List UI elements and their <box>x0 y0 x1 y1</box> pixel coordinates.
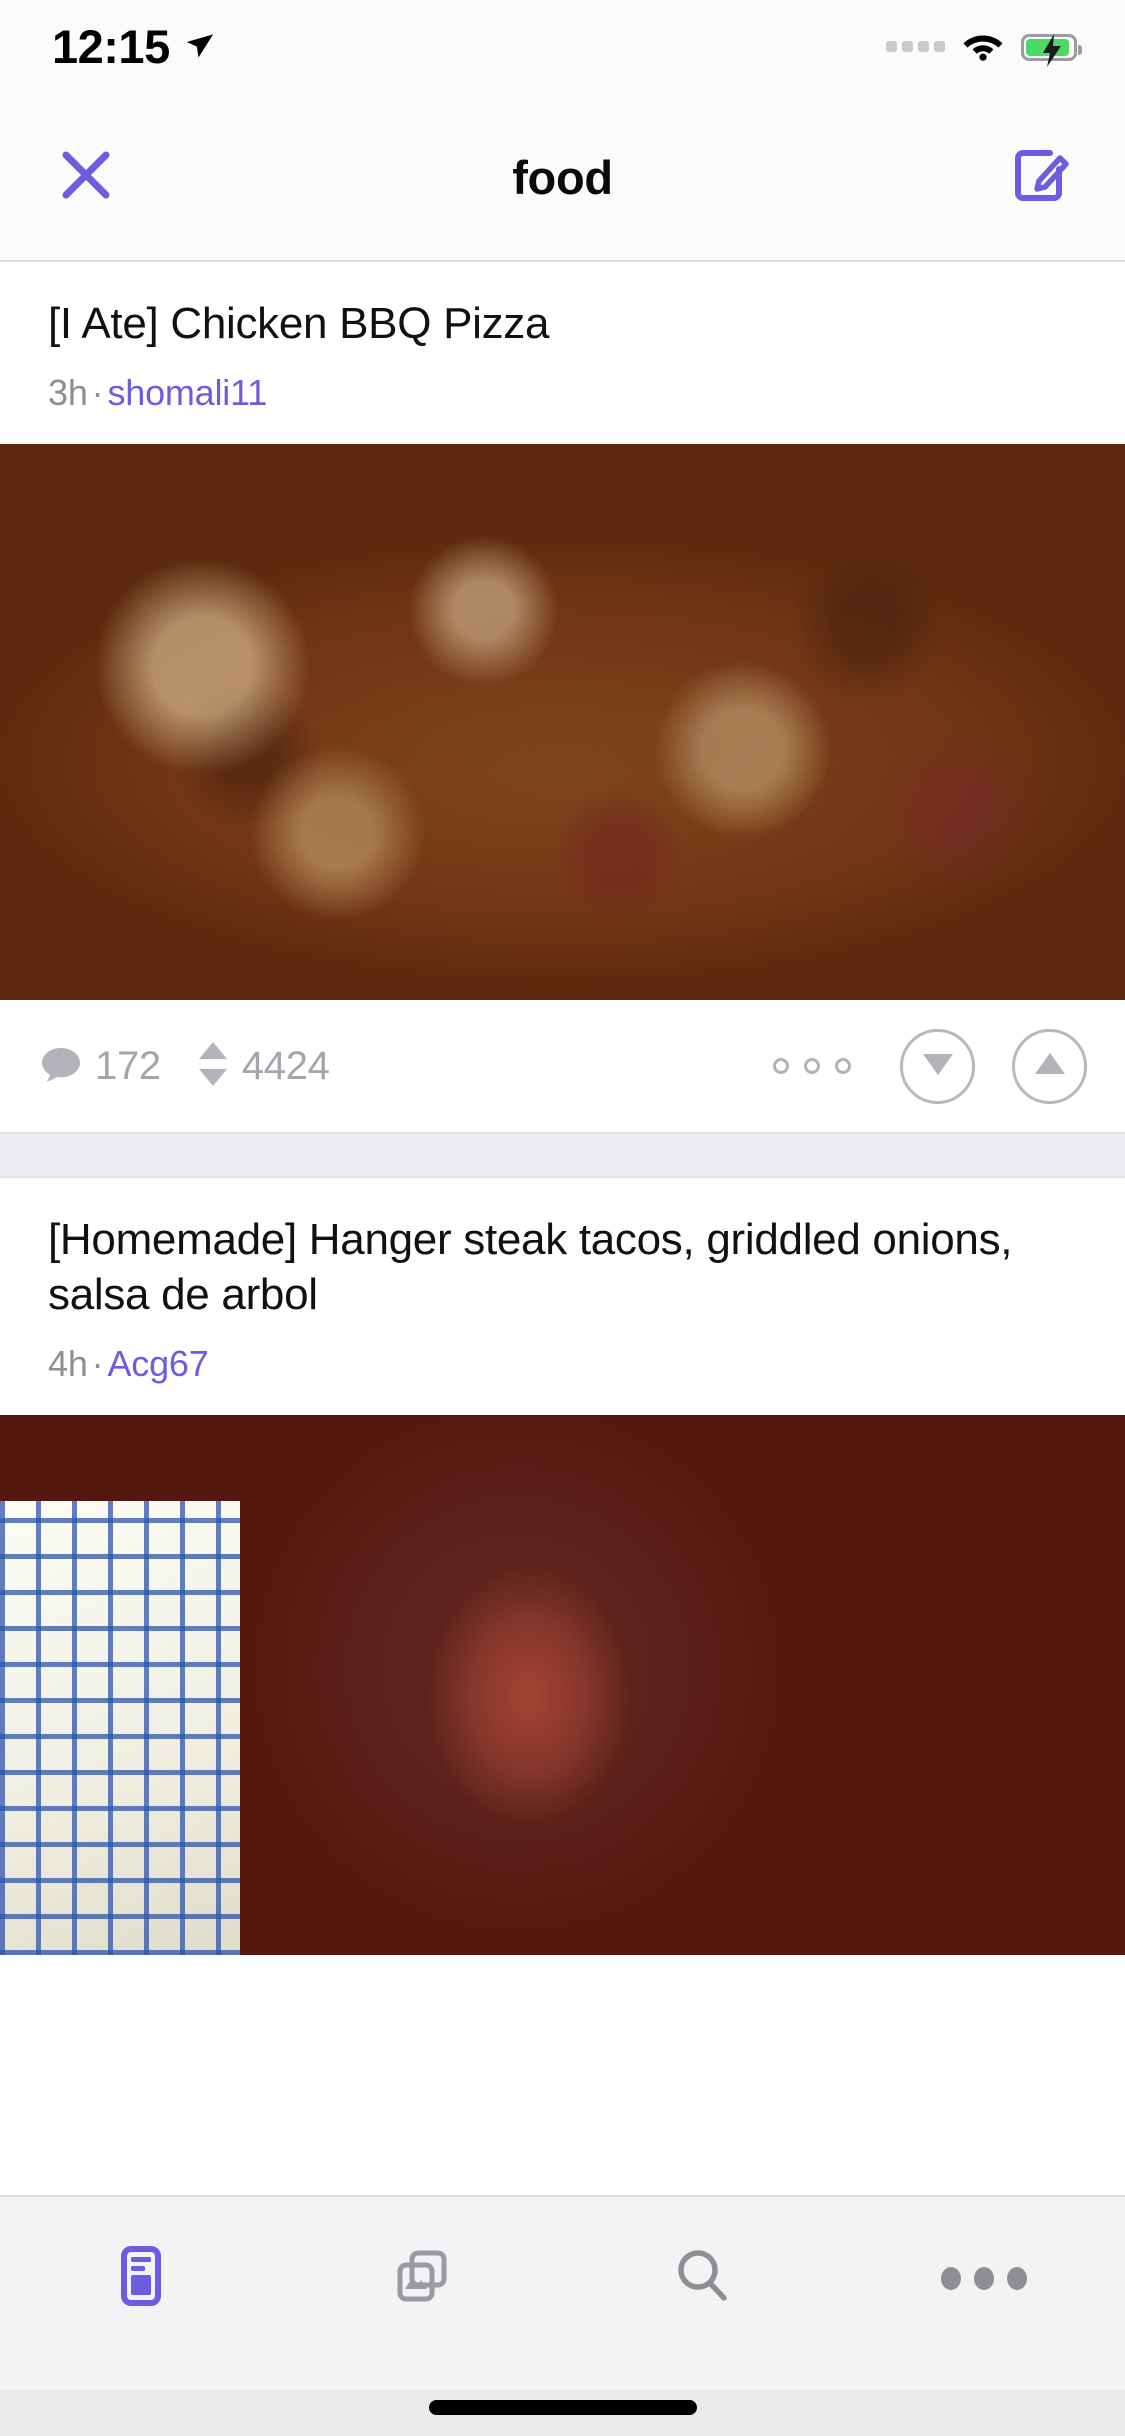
tab-search[interactable] <box>563 2223 844 2333</box>
compose-button[interactable] <box>1003 140 1079 216</box>
downvote-button[interactable] <box>900 1028 975 1104</box>
post-age: 4h <box>48 1343 88 1384</box>
feed-card-icon <box>110 2245 172 2312</box>
page-title: food <box>512 151 613 204</box>
post-author[interactable]: shomali11 <box>107 372 267 413</box>
post-item[interactable]: [Homemade] Hanger steak tacos, griddled … <box>0 1178 1125 1955</box>
tab-feed[interactable] <box>0 2223 281 2333</box>
comments-count: 172 <box>95 1043 161 1088</box>
post-title[interactable]: [Homemade] Hanger steak tacos, griddled … <box>48 1212 1079 1322</box>
vote-arrows-icon <box>197 1040 229 1093</box>
tab-bar <box>0 2195 1125 2390</box>
status-bar: 12:15 <box>0 0 1125 95</box>
bbq-chicken-pizza-photo <box>0 444 1125 1000</box>
post-feed[interactable]: [I Ate] Chicken BBQ Pizza 3h·shomali11 <box>0 262 1125 2195</box>
score-display[interactable]: 4424 <box>197 1040 330 1093</box>
status-bar-left: 12:15 <box>52 23 214 73</box>
comment-bubble-icon <box>40 1043 82 1090</box>
more-options-icon <box>773 1058 789 1074</box>
meta-separator: · <box>91 372 104 413</box>
post-meta: 4h · Acg67 <box>48 1343 1079 1385</box>
status-time: 12:15 <box>52 19 170 73</box>
post-age: 3h <box>48 372 88 413</box>
app-screen: 12:15 food [I Ate] Chicken BBQ Pizza 3h … <box>0 0 1125 2436</box>
close-button[interactable] <box>48 140 124 216</box>
hanger-steak-tacos-photo <box>0 1415 1125 1955</box>
status-bar-right <box>886 29 1082 67</box>
kitchen-towel-detail <box>0 1501 240 1955</box>
search-magnifier-icon <box>672 2245 734 2312</box>
post-action-bar: 172 4424 <box>0 1000 1125 1132</box>
nav-bar: food <box>0 95 1125 262</box>
tab-more[interactable] <box>844 2223 1125 2333</box>
battery-charging-icon <box>1021 34 1082 67</box>
post-meta: 3h · shomali11 <box>48 372 1079 414</box>
post-title[interactable]: [I Ate] Chicken BBQ Pizza <box>48 296 1079 351</box>
post-header: [I Ate] Chicken BBQ Pizza 3h · shomali11 <box>0 262 1125 414</box>
compose-pencil-icon <box>1010 144 1072 211</box>
location-arrow-icon <box>184 30 214 65</box>
more-options-button[interactable] <box>761 1040 863 1092</box>
close-x-icon <box>57 146 115 209</box>
upvote-button[interactable] <box>1012 1028 1087 1104</box>
meta-separator: · <box>91 1343 104 1384</box>
signal-dots-icon <box>886 41 945 54</box>
wifi-icon <box>962 29 1004 66</box>
home-indicator-area <box>0 2390 1125 2436</box>
upvote-arrow-icon <box>1033 1051 1067 1082</box>
post-header: [Homemade] Hanger steak tacos, griddled … <box>0 1178 1125 1385</box>
gallery-stack-icon <box>391 2245 453 2312</box>
score-count: 4424 <box>241 1043 330 1088</box>
post-actions <box>761 1028 1087 1104</box>
post-item[interactable]: [I Ate] Chicken BBQ Pizza 3h·shomali11 <box>0 262 1125 1132</box>
post-image[interactable] <box>0 444 1125 1000</box>
comments-button[interactable]: 172 <box>40 1043 161 1090</box>
post-separator <box>0 1132 1125 1178</box>
more-dots-icon <box>941 2266 1028 2290</box>
home-indicator-bar[interactable] <box>428 2400 697 2415</box>
post-author[interactable]: Acg67 <box>107 1343 208 1384</box>
downvote-arrow-icon <box>921 1051 955 1082</box>
post-stats: 172 4424 <box>40 1040 330 1093</box>
tab-gallery[interactable] <box>281 2223 562 2333</box>
post-image[interactable] <box>0 1415 1125 1955</box>
